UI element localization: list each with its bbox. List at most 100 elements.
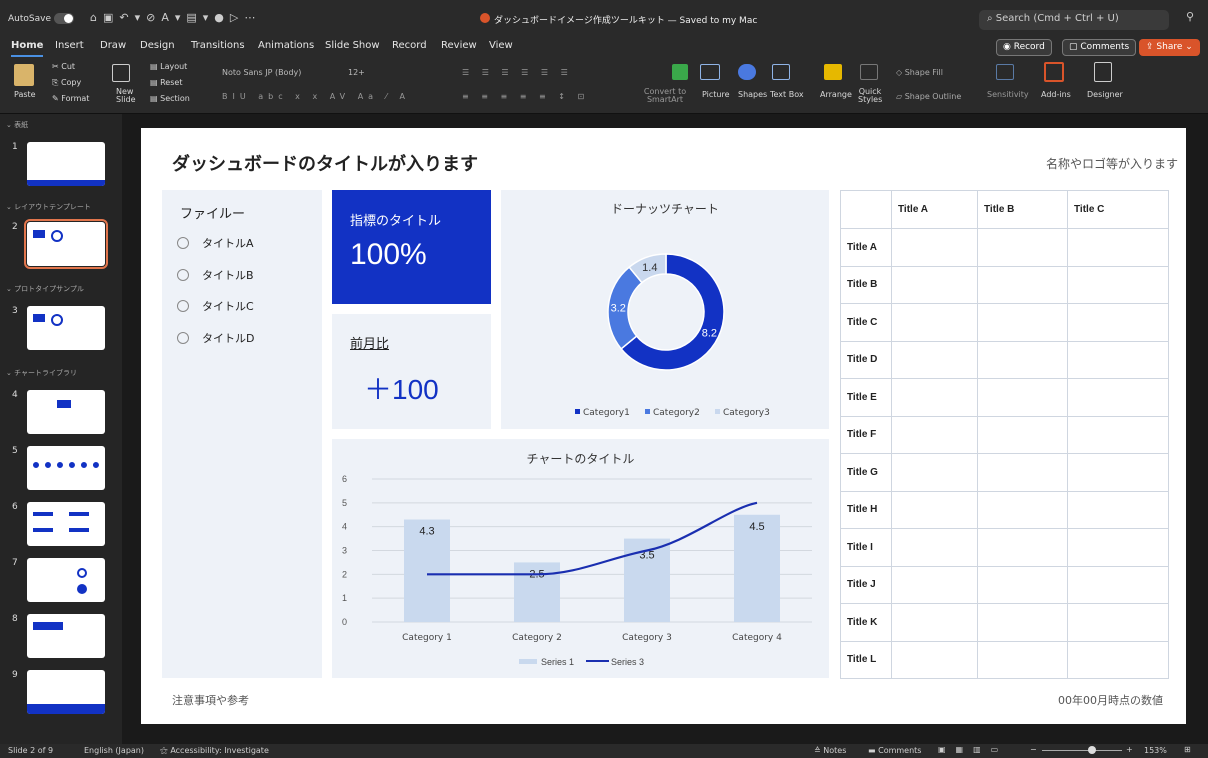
table-cell[interactable] bbox=[1067, 303, 1169, 342]
picture-button[interactable]: Picture bbox=[702, 90, 730, 99]
slide-thumbnail-7[interactable] bbox=[27, 558, 105, 602]
row-header[interactable]: Title H bbox=[840, 490, 892, 529]
row-header[interactable]: Title A bbox=[840, 228, 892, 267]
filter-label-d[interactable]: タイトルD bbox=[202, 330, 254, 346]
smartart-icon[interactable] bbox=[672, 64, 688, 80]
view-icons[interactable]: ▣▦▥▭ bbox=[938, 745, 1008, 754]
table-cell[interactable] bbox=[891, 565, 978, 604]
table-cell[interactable] bbox=[1067, 603, 1169, 642]
quick-styles-icon[interactable] bbox=[860, 64, 878, 80]
paste-button[interactable]: Paste bbox=[14, 90, 36, 99]
filter-label-b[interactable]: タイトルB bbox=[202, 267, 254, 283]
section-chart-library[interactable]: ⌄ チャートライブラリ bbox=[6, 368, 77, 378]
table-cell[interactable] bbox=[891, 228, 978, 267]
slide-thumbnail-4[interactable] bbox=[27, 390, 105, 434]
footer-note[interactable]: 注意事項や参考 bbox=[172, 692, 249, 708]
quick-access-icons[interactable]: ⌂▣↶▾⊘A▾▤▾●▷⋯ bbox=[90, 11, 261, 24]
tab-slide-show[interactable]: Slide Show bbox=[325, 40, 380, 51]
radio-button[interactable] bbox=[177, 269, 189, 281]
tab-draw[interactable]: Draw bbox=[100, 40, 126, 51]
sensitivity-button[interactable]: Sensitivity bbox=[987, 90, 1029, 99]
table-cell[interactable] bbox=[1067, 378, 1169, 417]
row-header[interactable]: Title F bbox=[840, 415, 892, 454]
table-cell[interactable] bbox=[977, 640, 1068, 679]
table-cell[interactable] bbox=[977, 565, 1068, 604]
font-size-select[interactable]: 12+ bbox=[348, 68, 365, 77]
shapes-icon[interactable] bbox=[738, 64, 756, 80]
zoom-in-icon[interactable]: + bbox=[1126, 745, 1133, 754]
textbox-icon[interactable] bbox=[772, 64, 790, 80]
section-cover[interactable]: ⌄ 表紙 bbox=[6, 120, 28, 130]
slide-thumbnail-9[interactable] bbox=[27, 670, 105, 714]
slide-title[interactable]: ダッシュボードのタイトルが入ります bbox=[172, 150, 478, 176]
table-cell[interactable] bbox=[1067, 265, 1169, 304]
fit-slide-icon[interactable]: ⊞ bbox=[1184, 745, 1191, 754]
notes-button[interactable]: ≙ Notes bbox=[814, 746, 846, 755]
tab-record[interactable]: Record bbox=[392, 40, 427, 51]
share-button[interactable]: ⇪ Share ⌄ bbox=[1139, 39, 1200, 56]
footer-date[interactable]: 00年00月時点の数値 bbox=[1058, 692, 1163, 708]
radio-button[interactable] bbox=[177, 300, 189, 312]
tab-design[interactable]: Design bbox=[140, 40, 175, 51]
table-cell[interactable] bbox=[891, 528, 978, 567]
slide-thumbnail-5[interactable] bbox=[27, 446, 105, 490]
row-header[interactable]: Title D bbox=[840, 340, 892, 379]
table-cell[interactable] bbox=[977, 228, 1068, 267]
table-cell[interactable] bbox=[977, 265, 1068, 304]
layout-button[interactable]: ▤ Layout bbox=[150, 62, 187, 71]
paragraph-icons[interactable]: ☰ ☰ ☰ ☰ ☰ ☰ bbox=[462, 68, 573, 77]
table-cell[interactable] bbox=[977, 378, 1068, 417]
record-button[interactable]: ◉ Record bbox=[996, 39, 1052, 56]
font-format-icons[interactable]: BIU abc x x AV Aa ⁄ A bbox=[222, 92, 410, 101]
reset-button[interactable]: ▤ Reset bbox=[150, 78, 182, 87]
radio-button[interactable] bbox=[177, 332, 189, 344]
align-icons[interactable]: ≡ ≡ ≡ ≡ ≡ ↕ ⊡ bbox=[462, 92, 589, 101]
arrange-button[interactable]: Arrange bbox=[820, 90, 852, 99]
arrange-icon[interactable] bbox=[824, 64, 842, 80]
language-indicator[interactable]: English (Japan) bbox=[84, 746, 144, 755]
designer-icon[interactable] bbox=[1094, 62, 1112, 82]
radio-button[interactable] bbox=[177, 237, 189, 249]
tab-view[interactable]: View bbox=[489, 40, 513, 51]
table-cell[interactable] bbox=[977, 453, 1068, 492]
table-cell[interactable] bbox=[1067, 528, 1169, 567]
table-cell[interactable] bbox=[1067, 453, 1169, 492]
new-slide-button[interactable]: New Slide bbox=[116, 88, 144, 104]
share-people-icon[interactable]: ⚲ bbox=[1186, 10, 1194, 23]
comments-button[interactable]: ▢ Comments bbox=[1062, 39, 1137, 56]
zoom-handle[interactable] bbox=[1088, 746, 1096, 754]
table-cell[interactable] bbox=[977, 490, 1068, 529]
cut-button[interactable]: ✂ Cut bbox=[52, 62, 75, 71]
addins-button[interactable]: Add-ins bbox=[1041, 90, 1071, 99]
slide-thumbnail-6[interactable] bbox=[27, 502, 105, 546]
table-header[interactable]: Title C bbox=[1067, 190, 1169, 229]
table-cell[interactable] bbox=[891, 640, 978, 679]
row-header[interactable]: Title L bbox=[840, 640, 892, 679]
row-header[interactable]: Title K bbox=[840, 603, 892, 642]
table-cell[interactable] bbox=[977, 303, 1068, 342]
table-cell[interactable] bbox=[891, 303, 978, 342]
table-header[interactable]: Title A bbox=[891, 190, 978, 229]
table-cell[interactable] bbox=[1067, 340, 1169, 379]
slide-thumbnail-8[interactable] bbox=[27, 614, 105, 658]
row-header[interactable]: Title C bbox=[840, 303, 892, 342]
table-cell[interactable] bbox=[977, 340, 1068, 379]
status-comments-button[interactable]: ▬ Comments bbox=[868, 746, 921, 755]
zoom-slider[interactable] bbox=[1042, 750, 1122, 751]
zoom-level[interactable]: 153% bbox=[1144, 746, 1167, 755]
table-cell[interactable] bbox=[891, 603, 978, 642]
table-cell[interactable] bbox=[977, 603, 1068, 642]
copy-button[interactable]: ⎘ Copy bbox=[52, 78, 81, 88]
table-cell[interactable] bbox=[1067, 228, 1169, 267]
tab-transitions[interactable]: Transitions bbox=[191, 40, 245, 51]
row-header[interactable]: Title B bbox=[840, 265, 892, 304]
shape-fill-button[interactable]: ◇ Shape Fill bbox=[896, 68, 943, 77]
table-cell[interactable] bbox=[977, 415, 1068, 454]
table-header[interactable]: Title B bbox=[977, 190, 1068, 229]
convert-smartart-button[interactable]: Convert to SmartArt bbox=[640, 88, 690, 104]
addins-icon[interactable] bbox=[1044, 62, 1064, 82]
designer-button[interactable]: Designer bbox=[1087, 90, 1123, 99]
shapes-button[interactable]: Shapes bbox=[738, 90, 767, 99]
new-slide-icon[interactable] bbox=[112, 64, 130, 82]
table-cell[interactable] bbox=[1067, 415, 1169, 454]
